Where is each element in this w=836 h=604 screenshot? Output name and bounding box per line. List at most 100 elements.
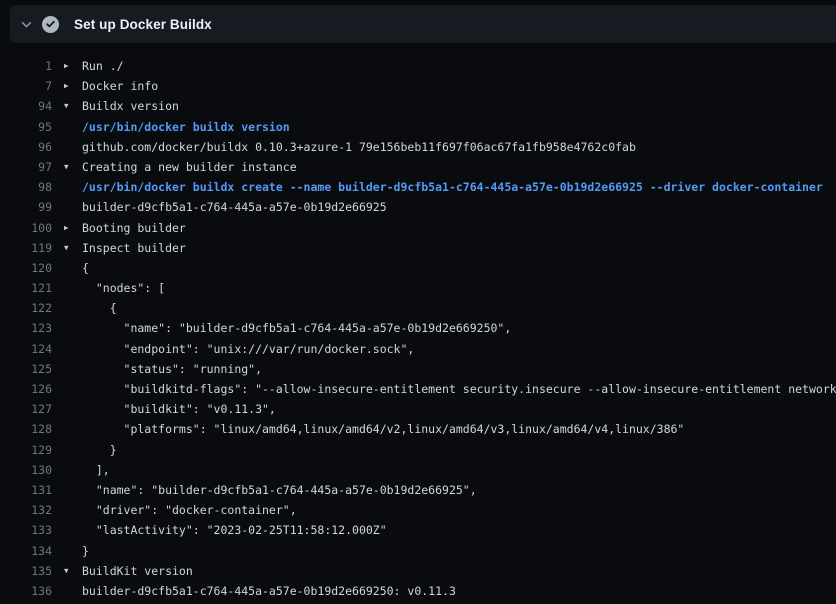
- log-text: /usr/bin/docker buildx version: [82, 117, 836, 137]
- line-number-link[interactable]: 95: [0, 117, 52, 137]
- log-viewer: 1 ▶ Run ./ 7 ▶ Docker info 94 ▼ Buildx v…: [0, 43, 836, 604]
- group-toggle-icon: [64, 399, 82, 419]
- log-line: 125 "status": "running",: [0, 359, 836, 379]
- log-line: 128 "platforms": "linux/amd64,linux/amd6…: [0, 419, 836, 439]
- group-toggle-icon: [64, 379, 82, 399]
- log-line[interactable]: 119 ▼ Inspect builder: [0, 238, 836, 258]
- line-number-link[interactable]: 97: [0, 157, 52, 177]
- log-line[interactable]: 1 ▶ Run ./: [0, 56, 836, 76]
- line-number-link[interactable]: 99: [0, 197, 52, 217]
- line-number-link[interactable]: 133: [0, 520, 52, 540]
- line-number-link[interactable]: 100: [0, 218, 52, 238]
- log-text: builder-d9cfb5a1-c764-445a-a57e-0b19d2e6…: [82, 197, 836, 217]
- check-circle-icon: [42, 16, 59, 33]
- group-toggle-icon: [64, 419, 82, 439]
- line-number-link[interactable]: 122: [0, 298, 52, 318]
- chevron-down-icon[interactable]: [19, 17, 33, 31]
- line-number-link[interactable]: 96: [0, 137, 52, 157]
- log-text: Docker info: [82, 76, 836, 96]
- group-toggle-icon: [64, 177, 82, 197]
- log-line: 122 {: [0, 298, 836, 318]
- expand-group-icon[interactable]: ▶: [64, 218, 82, 238]
- line-number-link[interactable]: 121: [0, 278, 52, 298]
- group-toggle-icon: [64, 258, 82, 278]
- log-line: 123 "name": "builder-d9cfb5a1-c764-445a-…: [0, 318, 836, 338]
- collapse-group-icon[interactable]: ▼: [64, 96, 82, 116]
- group-toggle-icon: [64, 339, 82, 359]
- log-line[interactable]: 94 ▼ Buildx version: [0, 96, 836, 116]
- line-number-link[interactable]: 127: [0, 399, 52, 419]
- log-text: /usr/bin/docker buildx create --name bui…: [82, 177, 836, 197]
- log-text: "driver": "docker-container",: [82, 500, 836, 520]
- log-line: 129 }: [0, 440, 836, 460]
- log-text: "buildkitd-flags": "--allow-insecure-ent…: [82, 379, 836, 399]
- log-text: "status": "running",: [82, 359, 836, 379]
- step-header[interactable]: Set up Docker Buildx: [10, 5, 836, 43]
- log-text: }: [82, 440, 836, 460]
- group-toggle-icon: [64, 117, 82, 137]
- log-line[interactable]: 97 ▼ Creating a new builder instance: [0, 157, 836, 177]
- step-title: Set up Docker Buildx: [74, 17, 212, 32]
- line-number-link[interactable]: 135: [0, 561, 52, 581]
- log-text: github.com/docker/buildx 0.10.3+azure-1 …: [82, 137, 836, 157]
- line-number-link[interactable]: 124: [0, 339, 52, 359]
- line-number-link[interactable]: 1: [0, 56, 52, 76]
- log-line[interactable]: 7 ▶ Docker info: [0, 76, 836, 96]
- group-toggle-icon: [64, 460, 82, 480]
- line-number-link[interactable]: 132: [0, 500, 52, 520]
- log-line[interactable]: 100 ▶ Booting builder: [0, 218, 836, 238]
- group-toggle-icon: [64, 581, 82, 601]
- log-text: "name": "builder-d9cfb5a1-c764-445a-a57e…: [82, 480, 836, 500]
- log-line: 132 "driver": "docker-container",: [0, 500, 836, 520]
- log-text: BuildKit version: [82, 561, 836, 581]
- group-toggle-icon: [64, 359, 82, 379]
- line-number-link[interactable]: 136: [0, 581, 52, 601]
- expand-group-icon[interactable]: ▶: [64, 56, 82, 76]
- group-toggle-icon: [64, 440, 82, 460]
- log-line: 130 ],: [0, 460, 836, 480]
- log-line: 95 /usr/bin/docker buildx version: [0, 117, 836, 137]
- line-number-link[interactable]: 94: [0, 96, 52, 116]
- log-text: "lastActivity": "2023-02-25T11:58:12.000…: [82, 520, 836, 540]
- log-line: 96 github.com/docker/buildx 0.10.3+azure…: [0, 137, 836, 157]
- log-text: Run ./: [82, 56, 836, 76]
- line-number-link[interactable]: 131: [0, 480, 52, 500]
- line-number-link[interactable]: 125: [0, 359, 52, 379]
- log-lines: 1 ▶ Run ./ 7 ▶ Docker info 94 ▼ Buildx v…: [0, 56, 836, 601]
- log-line: 98 /usr/bin/docker buildx create --name …: [0, 177, 836, 197]
- log-line: 126 "buildkitd-flags": "--allow-insecure…: [0, 379, 836, 399]
- log-text: Booting builder: [82, 218, 836, 238]
- collapse-group-icon[interactable]: ▼: [64, 561, 82, 581]
- line-number-link[interactable]: 130: [0, 460, 52, 480]
- log-text: }: [82, 541, 836, 561]
- log-line[interactable]: 135 ▼ BuildKit version: [0, 561, 836, 581]
- log-text: {: [82, 298, 836, 318]
- line-number-link[interactable]: 120: [0, 258, 52, 278]
- log-line: 133 "lastActivity": "2023-02-25T11:58:12…: [0, 520, 836, 540]
- group-toggle-icon: [64, 197, 82, 217]
- group-toggle-icon: [64, 298, 82, 318]
- collapse-group-icon[interactable]: ▼: [64, 157, 82, 177]
- line-number-link[interactable]: 119: [0, 238, 52, 258]
- line-number-link[interactable]: 134: [0, 541, 52, 561]
- log-text: "endpoint": "unix:///var/run/docker.sock…: [82, 339, 836, 359]
- line-number-link[interactable]: 129: [0, 440, 52, 460]
- line-number-link[interactable]: 126: [0, 379, 52, 399]
- expand-group-icon[interactable]: ▶: [64, 76, 82, 96]
- line-number-link[interactable]: 128: [0, 419, 52, 439]
- line-number-link[interactable]: 7: [0, 76, 52, 96]
- log-text: {: [82, 258, 836, 278]
- log-line: 124 "endpoint": "unix:///var/run/docker.…: [0, 339, 836, 359]
- line-number-link[interactable]: 123: [0, 318, 52, 338]
- log-line: 99 builder-d9cfb5a1-c764-445a-a57e-0b19d…: [0, 197, 836, 217]
- log-line: 120 {: [0, 258, 836, 278]
- log-text: "nodes": [: [82, 278, 836, 298]
- group-toggle-icon: [64, 278, 82, 298]
- line-number-link[interactable]: 98: [0, 177, 52, 197]
- log-text: "platforms": "linux/amd64,linux/amd64/v2…: [82, 419, 836, 439]
- log-line: 134 }: [0, 541, 836, 561]
- log-text: Creating a new builder instance: [82, 157, 836, 177]
- collapse-group-icon[interactable]: ▼: [64, 238, 82, 258]
- group-toggle-icon: [64, 480, 82, 500]
- log-line: 131 "name": "builder-d9cfb5a1-c764-445a-…: [0, 480, 836, 500]
